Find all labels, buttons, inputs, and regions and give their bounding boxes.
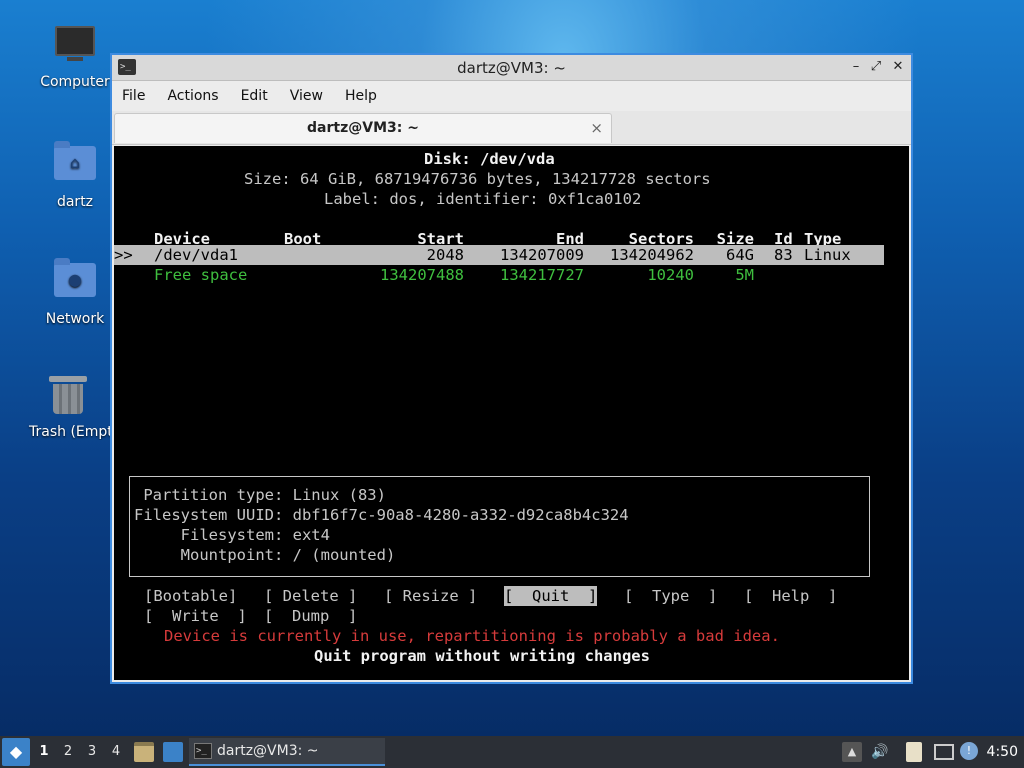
- terminal-screen[interactable]: Disk: /dev/vda Size: 64 GiB, 68719476736…: [114, 146, 909, 680]
- row-size: 5M: [735, 266, 754, 284]
- trash-icon: [46, 376, 90, 420]
- tab-label: dartz@VM3: ~: [307, 120, 419, 136]
- terminal-icon: >_: [194, 743, 212, 759]
- menu-view[interactable]: View: [290, 88, 323, 104]
- menu-edit[interactable]: Edit: [241, 88, 268, 104]
- disk-title: Disk: /dev/vda: [424, 150, 555, 168]
- row-sectors: 134204962: [610, 246, 694, 264]
- taskbar: ◆ 1 2 3 4 >_ dartz@VM3: ~ ▲ 🔊 ! 4:50: [0, 736, 1024, 768]
- help-button[interactable]: [ Help ]: [744, 586, 837, 606]
- write-button[interactable]: [ Write ]: [144, 606, 247, 626]
- network-icon[interactable]: [934, 744, 954, 760]
- row-end: 134217727: [500, 266, 584, 284]
- volume-icon[interactable]: 🔊: [870, 742, 890, 762]
- task-label: dartz@VM3: ~: [217, 743, 319, 759]
- minimize-icon[interactable]: –: [847, 58, 865, 76]
- clipboard-icon[interactable]: [906, 742, 922, 762]
- desktop-icon-label: Trash (Empty): [29, 424, 111, 440]
- row-start: 134207488: [380, 266, 464, 284]
- workspace-4[interactable]: 4: [104, 736, 128, 768]
- workspace-3[interactable]: 3: [80, 736, 104, 768]
- action-hint: Quit program without writing changes: [314, 647, 650, 665]
- menu-file[interactable]: File: [122, 88, 145, 104]
- menu-bar: File Actions Edit View Help: [112, 81, 911, 111]
- terminal-window: >_ dartz@VM3: ~ – ⤢ ✕ File Actions Edit …: [110, 53, 913, 684]
- disk-size-line: Size: 64 GiB, 68719476736 bytes, 1342177…: [244, 170, 711, 188]
- close-icon[interactable]: ✕: [889, 58, 907, 76]
- clock[interactable]: 4:50: [987, 736, 1018, 768]
- eject-icon[interactable]: ▲: [842, 742, 862, 762]
- row-device: /dev/vda1: [154, 246, 238, 264]
- row-type: Linux: [804, 246, 851, 264]
- taskbar-task-terminal[interactable]: >_ dartz@VM3: ~: [189, 738, 385, 766]
- resize-button[interactable]: [ Resize ]: [384, 586, 477, 606]
- home-folder-icon: ⌂: [53, 141, 97, 190]
- type-button[interactable]: [ Type ]: [624, 586, 717, 606]
- info-partition-type: Partition type: Linux (83): [134, 486, 386, 504]
- bootable-button[interactable]: [Bootable]: [144, 586, 237, 606]
- warning-message: Device is currently in use, repartitioni…: [164, 627, 780, 645]
- info-filesystem-uuid: Filesystem UUID: dbf16f7c-90a8-4280-a332…: [134, 506, 629, 524]
- computer-icon: [53, 26, 97, 70]
- desktop-icon-trash[interactable]: Trash (Empty): [25, 372, 111, 440]
- row-sectors: 10240: [647, 266, 694, 284]
- row-start: 2048: [426, 246, 464, 264]
- tab-terminal[interactable]: dartz@VM3: ~ ×: [114, 113, 612, 143]
- disk-label-line: Label: dos, identifier: 0xf1ca0102: [324, 190, 642, 208]
- dump-button[interactable]: [ Dump ]: [264, 606, 357, 626]
- start-menu-icon[interactable]: ◆: [2, 738, 30, 766]
- tab-close-icon[interactable]: ×: [590, 114, 603, 142]
- workspace-2[interactable]: 2: [56, 736, 80, 768]
- info-mountpoint: Mountpoint: / (mounted): [134, 546, 396, 564]
- menu-actions[interactable]: Actions: [167, 88, 218, 104]
- window-title: dartz@VM3: ~: [457, 59, 566, 77]
- quit-button[interactable]: [ Quit ]: [504, 586, 598, 606]
- info-filesystem: Filesystem: ext4: [134, 526, 330, 544]
- update-notifier-icon[interactable]: !: [960, 742, 978, 760]
- row-end: 134207009: [500, 246, 584, 264]
- window-titlebar[interactable]: >_ dartz@VM3: ~ – ⤢ ✕: [112, 55, 911, 81]
- show-desktop-icon[interactable]: [163, 742, 183, 762]
- delete-button[interactable]: [ Delete ]: [264, 586, 357, 606]
- row-id: 83: [774, 246, 793, 264]
- maximize-icon[interactable]: ⤢: [867, 58, 885, 76]
- workspace-1[interactable]: 1: [32, 736, 56, 768]
- row-device[interactable]: Free space: [154, 265, 247, 285]
- file-manager-icon[interactable]: [134, 742, 154, 762]
- tab-bar: dartz@VM3: ~ ×: [112, 111, 911, 145]
- row-marker: >>: [114, 246, 133, 264]
- network-folder-icon: ●: [53, 258, 97, 307]
- row-size: 64G: [726, 246, 754, 264]
- menu-help[interactable]: Help: [345, 88, 377, 104]
